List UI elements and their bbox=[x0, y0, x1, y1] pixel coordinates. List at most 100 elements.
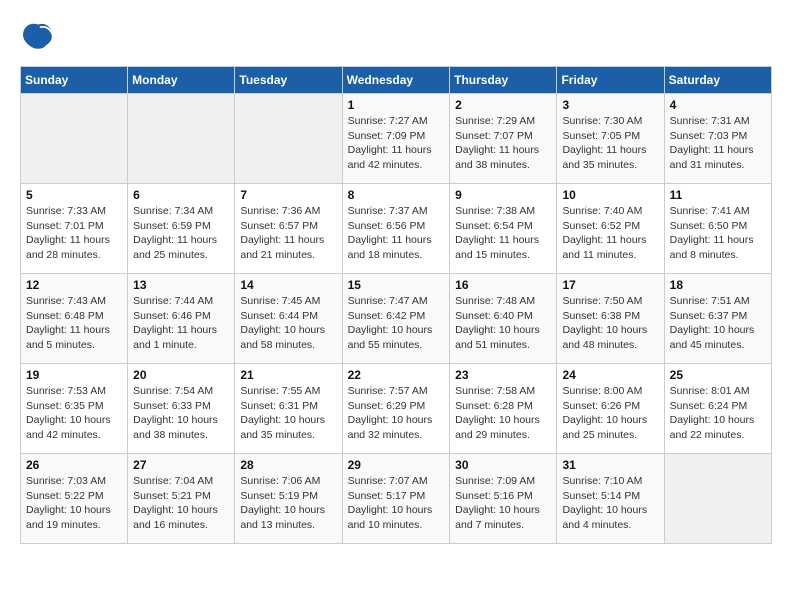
weekday-header: Saturday bbox=[664, 67, 771, 94]
day-info: Sunrise: 7:38 AM Sunset: 6:54 PM Dayligh… bbox=[455, 204, 551, 263]
calendar-day-cell: 26 Sunrise: 7:03 AM Sunset: 5:22 PM Dayli… bbox=[21, 454, 128, 544]
day-info: Sunrise: 7:06 AM Sunset: 5:19 PM Dayligh… bbox=[240, 474, 336, 533]
day-info: Sunrise: 7:30 AM Sunset: 7:05 PM Dayligh… bbox=[562, 114, 658, 173]
day-number: 18 bbox=[670, 278, 766, 292]
day-number: 22 bbox=[348, 368, 445, 382]
day-number: 26 bbox=[26, 458, 122, 472]
calendar-header: SundayMondayTuesdayWednesdayThursdayFrid… bbox=[21, 67, 772, 94]
calendar-week-row: 26 Sunrise: 7:03 AM Sunset: 5:22 PM Dayli… bbox=[21, 454, 772, 544]
calendar-week-row: 19 Sunrise: 7:53 AM Sunset: 6:35 PM Dayli… bbox=[21, 364, 772, 454]
day-info: Sunrise: 7:33 AM Sunset: 7:01 PM Dayligh… bbox=[26, 204, 122, 263]
day-info: Sunrise: 7:29 AM Sunset: 7:07 PM Dayligh… bbox=[455, 114, 551, 173]
day-number: 16 bbox=[455, 278, 551, 292]
day-number: 23 bbox=[455, 368, 551, 382]
calendar-day-cell: 31 Sunrise: 7:10 AM Sunset: 5:14 PM Dayli… bbox=[557, 454, 664, 544]
calendar-day-cell: 30Sunrise: 7:09 AM Sunset: 5:16 PM Dayli… bbox=[450, 454, 557, 544]
day-info: Sunrise: 7:03 AM Sunset: 5:22 PM Dayligh… bbox=[26, 474, 122, 533]
calendar-day-cell: 13 Sunrise: 7:44 AM Sunset: 6:46 PM Dayli… bbox=[128, 274, 235, 364]
day-number: 7 bbox=[240, 188, 336, 202]
calendar-body: 1Sunrise: 7:27 AM Sunset: 7:09 PM Daylig… bbox=[21, 94, 772, 544]
weekday-row: SundayMondayTuesdayWednesdayThursdayFrid… bbox=[21, 67, 772, 94]
day-number: 19 bbox=[26, 368, 122, 382]
day-info: Sunrise: 7:47 AM Sunset: 6:42 PM Dayligh… bbox=[348, 294, 445, 353]
day-number: 27 bbox=[133, 458, 229, 472]
day-number: 8 bbox=[348, 188, 445, 202]
day-info: Sunrise: 7:50 AM Sunset: 6:38 PM Dayligh… bbox=[562, 294, 658, 353]
day-number: 20 bbox=[133, 368, 229, 382]
calendar-day-cell: 25Sunrise: 8:01 AM Sunset: 6:24 PM Dayli… bbox=[664, 364, 771, 454]
day-number: 29 bbox=[348, 458, 445, 472]
day-number: 4 bbox=[670, 98, 766, 112]
calendar-day-cell: 23 Sunrise: 7:58 AM Sunset: 6:28 PM Dayli… bbox=[450, 364, 557, 454]
day-info: Sunrise: 7:54 AM Sunset: 6:33 PM Dayligh… bbox=[133, 384, 229, 443]
weekday-header: Friday bbox=[557, 67, 664, 94]
logo bbox=[20, 20, 60, 56]
calendar-day-cell: 22 Sunrise: 7:57 AM Sunset: 6:29 PM Dayli… bbox=[342, 364, 450, 454]
day-info: Sunrise: 7:37 AM Sunset: 6:56 PM Dayligh… bbox=[348, 204, 445, 263]
day-info: Sunrise: 7:45 AM Sunset: 6:44 PM Dayligh… bbox=[240, 294, 336, 353]
calendar-day-cell: 11 Sunrise: 7:41 AM Sunset: 6:50 PM Dayli… bbox=[664, 184, 771, 274]
calendar-day-cell: 21Sunrise: 7:55 AM Sunset: 6:31 PM Dayli… bbox=[235, 364, 342, 454]
calendar-day-cell: 2 Sunrise: 7:29 AM Sunset: 7:07 PM Daylig… bbox=[450, 94, 557, 184]
calendar-day-cell: 24 Sunrise: 8:00 AM Sunset: 6:26 PM Dayli… bbox=[557, 364, 664, 454]
calendar-week-row: 5Sunrise: 7:33 AM Sunset: 7:01 PM Daylig… bbox=[21, 184, 772, 274]
day-number: 11 bbox=[670, 188, 766, 202]
day-number: 24 bbox=[562, 368, 658, 382]
weekday-header: Tuesday bbox=[235, 67, 342, 94]
calendar-table: SundayMondayTuesdayWednesdayThursdayFrid… bbox=[20, 66, 772, 544]
calendar-day-cell: 4 Sunrise: 7:31 AM Sunset: 7:03 PM Daylig… bbox=[664, 94, 771, 184]
calendar-day-cell bbox=[128, 94, 235, 184]
day-info: Sunrise: 7:57 AM Sunset: 6:29 PM Dayligh… bbox=[348, 384, 445, 443]
calendar-day-cell: 29 Sunrise: 7:07 AM Sunset: 5:17 PM Dayli… bbox=[342, 454, 450, 544]
day-number: 25 bbox=[670, 368, 766, 382]
calendar-day-cell: 18 Sunrise: 7:51 AM Sunset: 6:37 PM Dayli… bbox=[664, 274, 771, 364]
weekday-header: Wednesday bbox=[342, 67, 450, 94]
calendar-day-cell bbox=[21, 94, 128, 184]
day-number: 10 bbox=[562, 188, 658, 202]
day-info: Sunrise: 7:27 AM Sunset: 7:09 PM Dayligh… bbox=[348, 114, 445, 173]
calendar-day-cell: 6 Sunrise: 7:34 AM Sunset: 6:59 PM Daylig… bbox=[128, 184, 235, 274]
day-info: Sunrise: 8:00 AM Sunset: 6:26 PM Dayligh… bbox=[562, 384, 658, 443]
calendar-day-cell: 1Sunrise: 7:27 AM Sunset: 7:09 PM Daylig… bbox=[342, 94, 450, 184]
day-info: Sunrise: 7:44 AM Sunset: 6:46 PM Dayligh… bbox=[133, 294, 229, 353]
day-number: 12 bbox=[26, 278, 122, 292]
day-number: 6 bbox=[133, 188, 229, 202]
day-number: 2 bbox=[455, 98, 551, 112]
calendar-day-cell: 27 Sunrise: 7:04 AM Sunset: 5:21 PM Dayli… bbox=[128, 454, 235, 544]
day-info: Sunrise: 7:34 AM Sunset: 6:59 PM Dayligh… bbox=[133, 204, 229, 263]
day-info: Sunrise: 7:41 AM Sunset: 6:50 PM Dayligh… bbox=[670, 204, 766, 263]
calendar-day-cell: 20 Sunrise: 7:54 AM Sunset: 6:33 PM Dayli… bbox=[128, 364, 235, 454]
day-info: Sunrise: 7:07 AM Sunset: 5:17 PM Dayligh… bbox=[348, 474, 445, 533]
day-info: Sunrise: 7:40 AM Sunset: 6:52 PM Dayligh… bbox=[562, 204, 658, 263]
calendar-day-cell: 8 Sunrise: 7:37 AM Sunset: 6:56 PM Daylig… bbox=[342, 184, 450, 274]
day-number: 3 bbox=[562, 98, 658, 112]
day-info: Sunrise: 7:09 AM Sunset: 5:16 PM Dayligh… bbox=[455, 474, 551, 533]
day-number: 15 bbox=[348, 278, 445, 292]
logo-icon bbox=[20, 20, 56, 56]
calendar-day-cell: 12 Sunrise: 7:43 AM Sunset: 6:48 PM Dayli… bbox=[21, 274, 128, 364]
day-info: Sunrise: 7:43 AM Sunset: 6:48 PM Dayligh… bbox=[26, 294, 122, 353]
calendar-day-cell: 19 Sunrise: 7:53 AM Sunset: 6:35 PM Dayli… bbox=[21, 364, 128, 454]
calendar-day-cell: 15 Sunrise: 7:47 AM Sunset: 6:42 PM Dayli… bbox=[342, 274, 450, 364]
day-number: 13 bbox=[133, 278, 229, 292]
calendar-week-row: 1Sunrise: 7:27 AM Sunset: 7:09 PM Daylig… bbox=[21, 94, 772, 184]
calendar-day-cell bbox=[664, 454, 771, 544]
day-number: 28 bbox=[240, 458, 336, 472]
day-number: 21 bbox=[240, 368, 336, 382]
weekday-header: Monday bbox=[128, 67, 235, 94]
calendar-day-cell: 28 Sunrise: 7:06 AM Sunset: 5:19 PM Dayli… bbox=[235, 454, 342, 544]
day-info: Sunrise: 7:58 AM Sunset: 6:28 PM Dayligh… bbox=[455, 384, 551, 443]
day-number: 31 bbox=[562, 458, 658, 472]
calendar-day-cell: 7 Sunrise: 7:36 AM Sunset: 6:57 PM Daylig… bbox=[235, 184, 342, 274]
day-info: Sunrise: 7:53 AM Sunset: 6:35 PM Dayligh… bbox=[26, 384, 122, 443]
day-info: Sunrise: 7:31 AM Sunset: 7:03 PM Dayligh… bbox=[670, 114, 766, 173]
day-info: Sunrise: 7:10 AM Sunset: 5:14 PM Dayligh… bbox=[562, 474, 658, 533]
day-info: Sunrise: 7:51 AM Sunset: 6:37 PM Dayligh… bbox=[670, 294, 766, 353]
day-number: 14 bbox=[240, 278, 336, 292]
calendar-week-row: 12 Sunrise: 7:43 AM Sunset: 6:48 PM Dayli… bbox=[21, 274, 772, 364]
day-info: Sunrise: 7:04 AM Sunset: 5:21 PM Dayligh… bbox=[133, 474, 229, 533]
day-info: Sunrise: 7:48 AM Sunset: 6:40 PM Dayligh… bbox=[455, 294, 551, 353]
day-info: Sunrise: 7:36 AM Sunset: 6:57 PM Dayligh… bbox=[240, 204, 336, 263]
calendar-day-cell: 3 Sunrise: 7:30 AM Sunset: 7:05 PM Daylig… bbox=[557, 94, 664, 184]
day-number: 9 bbox=[455, 188, 551, 202]
